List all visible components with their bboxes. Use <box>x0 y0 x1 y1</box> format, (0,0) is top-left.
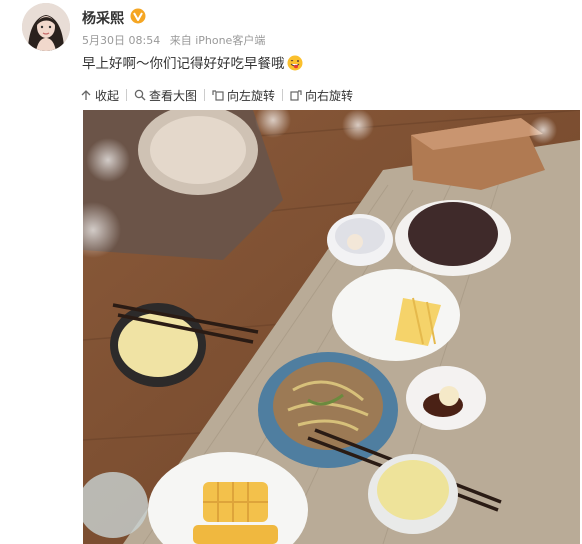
tongue-wink-emoji-icon <box>287 55 302 71</box>
collapse-label: 收起 <box>95 88 120 103</box>
username[interactable]: 杨采熙 <box>82 8 124 28</box>
view-large-button[interactable]: 查看大图 <box>134 87 197 104</box>
rotate-left-icon <box>212 90 224 101</box>
avatar[interactable] <box>22 3 70 51</box>
toolbar-divider <box>126 89 128 101</box>
rotate-right-label: 向右旋转 <box>305 88 354 103</box>
collapse-button[interactable]: 收起 <box>80 87 119 104</box>
rotate-right-button[interactable]: 向右旋转 <box>290 87 353 104</box>
toolbar-divider <box>282 89 284 101</box>
toolbar-divider <box>204 89 206 101</box>
view-large-label: 查看大图 <box>149 88 198 103</box>
rotate-left-button[interactable]: 向左旋转 <box>212 87 275 104</box>
post-text: 早上好啊～你们记得好好吃早餐哦 <box>82 56 285 72</box>
image-toolbar: 收起 查看大图 向左旋转 向右旋转 <box>80 86 353 104</box>
verified-badge-icon <box>130 8 146 24</box>
weibo-post: 杨采熙 5月30日 08:54 来自 iPhone客户端 早上好啊～你们记得好好… <box>0 0 582 544</box>
rotate-left-label: 向左旋转 <box>227 88 276 103</box>
magnifier-icon <box>134 89 146 101</box>
post-photo[interactable] <box>83 110 580 544</box>
post-content: 早上好啊～你们记得好好吃早餐哦 <box>82 52 303 72</box>
rotate-right-icon <box>290 90 302 101</box>
post-meta: 5月30日 08:54 来自 iPhone客户端 <box>82 32 271 48</box>
post-source: 来自 iPhone客户端 <box>169 34 266 47</box>
arrow-up-icon <box>81 90 91 100</box>
post-date[interactable]: 5月30日 08:54 <box>82 34 160 47</box>
